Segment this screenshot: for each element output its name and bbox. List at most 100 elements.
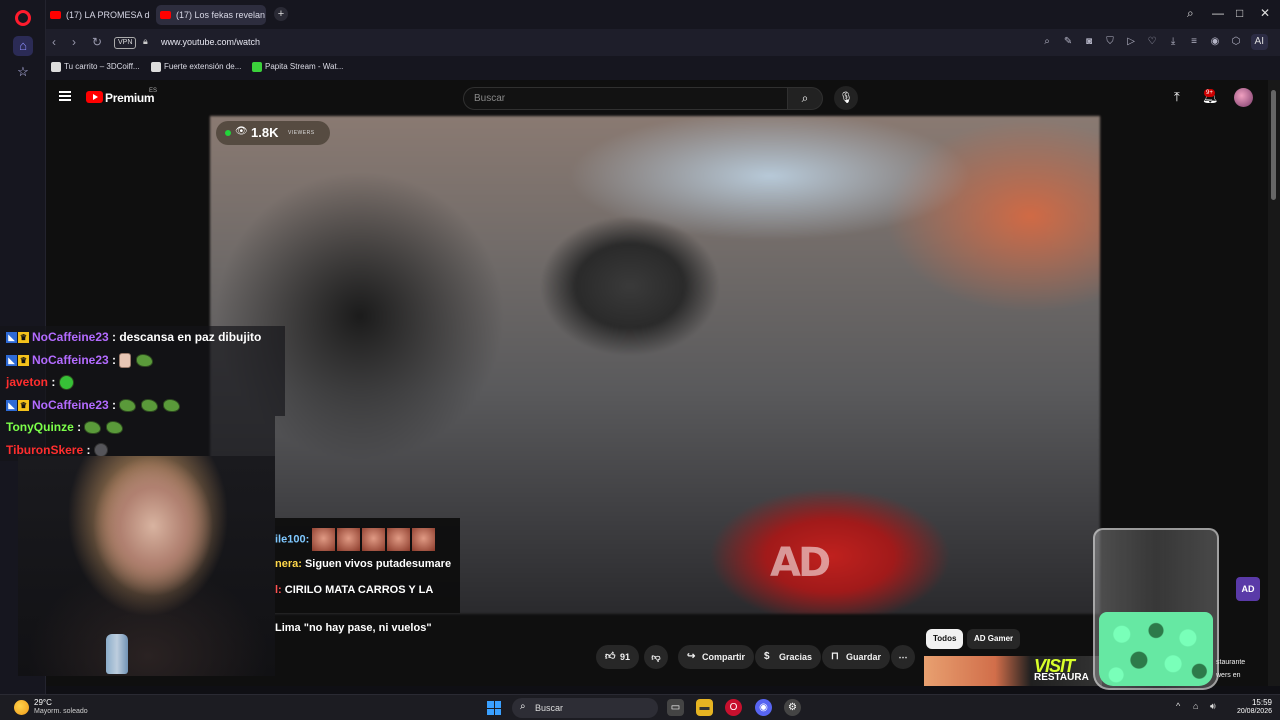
like-button[interactable]: 👍︎ 91 [596,645,640,669]
play-icon[interactable]: ▷ [1125,34,1138,50]
chat-text: : [108,397,120,412]
search-button[interactable]: ⌕ [787,87,823,110]
chat-username: javeton [6,375,49,389]
hamburger-menu-icon[interactable] [59,91,71,101]
page-scrollbar[interactable] [1268,80,1280,686]
share-button[interactable]: ↪ Compartir [678,645,755,669]
download-icon[interactable]: ⤓ [1167,34,1180,50]
save-button[interactable]: ⊓ Guardar [822,645,891,669]
bookmark-item[interactable]: Papita Stream - Wat... [252,62,343,72]
search-input[interactable] [464,88,787,109]
bookmark-label: Tu carrito – 3DCoiff... [64,62,140,71]
clock-date[interactable]: 20/08/2026 [1226,708,1272,715]
windows-taskbar: 29°C Mayorm. soleado ⌕ Buscar ▭ ▬ O ◉ ⚙ … [0,694,1280,720]
tray-chevron-icon[interactable]: ^ [1176,701,1180,711]
chat-text: : [73,420,85,434]
chip-todos[interactable]: Todos [926,629,964,649]
avatar[interactable] [1234,88,1253,107]
new-tab-button[interactable]: + [274,7,288,21]
thanks-button[interactable]: $ Gracias [755,645,822,669]
chat-username: NoCaffeine23 [32,352,109,367]
chat-message: ◣ ♛ NoCaffeine23 : [0,393,285,416]
forward-icon[interactable]: › [72,35,76,49]
face-emote-icon [387,528,411,551]
notification-badge: 9+ [1204,89,1215,97]
prime-badge-icon: ◣ [6,399,17,411]
camera-icon[interactable]: ◙ [1083,34,1096,50]
maximize-button[interactable]: □ [1236,6,1243,20]
youtube-logo-icon[interactable] [86,91,103,103]
recommended-title-line: wers en [1216,672,1241,679]
task-view-icon[interactable]: ▭ [667,699,684,716]
frog-emote-icon [141,398,159,412]
volume-icon[interactable]: 🔊︎ [1210,701,1216,712]
chat2-message: l: CIRILO MATA CARROS Y LA [275,584,433,596]
tab-promesa[interactable]: (17) LA PROMESA de King [46,5,150,25]
url-field[interactable]: www.youtube.com/watch [161,37,260,47]
discord-icon[interactable]: ◉ [755,699,772,716]
star-icon[interactable]: ☆ [13,62,33,82]
chip-ad-gamer[interactable]: AD Gamer [967,629,1021,649]
close-button[interactable]: ✕ [1260,6,1270,20]
bookmark-item[interactable]: Tu carrito – 3DCoiff... [51,62,140,72]
secondary-chat-overlay: ile100: nera: Siguen vivos putadesumare … [275,518,460,613]
scrollbar-thumb[interactable] [1271,90,1276,200]
crown-badge-icon: ♛ [18,354,29,366]
water-bottle [106,634,128,674]
back-icon[interactable]: ‹ [52,35,56,49]
start-button[interactable] [487,701,501,715]
ad-channel-badge[interactable]: AD [1236,577,1260,601]
network-icon[interactable]: ⌂ [1193,701,1198,711]
stream-chat-overlay: ◣ ♛ NoCaffeine23 : descansa en paz dibujit… [0,326,285,461]
opera-taskbar-icon[interactable]: O [725,699,742,716]
home-icon[interactable]: ⌂ [13,36,33,56]
zoom-icon[interactable]: ⌕ [1041,34,1054,50]
vpn-badge[interactable]: VPN [114,37,137,49]
more-icon: ⋯ [898,652,908,662]
app-icon[interactable]: ⚙ [784,699,801,716]
weather-sun-icon[interactable] [14,700,29,715]
ai-button[interactable]: AI [1250,34,1268,50]
desktop-screen: ⌂ ☆ (17) LA PROMESA de King (17) Los fek… [0,0,1280,720]
heart-icon[interactable]: ♡ [1146,34,1159,50]
profile-icon[interactable]: ◉ [1209,34,1222,50]
chat2-message: ile100: [275,528,437,551]
bookmark-label: Fuerte extensión de... [164,62,242,71]
upload-icon[interactable]: ⤒ [1174,89,1180,105]
lock-icon[interactable]: 🔒︎ [143,36,148,47]
viewer-count-pill: 👁︎ 1.8K VIEWERS [216,121,330,145]
chat-message: ◣ ♛ NoCaffeine23 : descansa en paz dibujit… [0,326,285,349]
eye-icon: 👁︎ [235,126,248,137]
more-actions-button[interactable]: ⋯ [891,645,915,669]
bookmark-favicon-icon [252,62,262,72]
reload-icon[interactable]: ↻ [92,35,102,49]
recommended-thumbnail[interactable]: VISIT RESTAURA [924,656,1102,686]
jar-emotes [1099,612,1213,686]
chat-text: : [108,352,120,367]
tab-fekas[interactable]: (17) Los fekas revelan [156,5,266,25]
chat2-message: Lima "no hay pase, ni vuelos" [275,622,432,634]
recommended-title[interactable]: staurante wers en [1216,656,1245,682]
youtube-brand[interactable]: Premium [105,91,155,105]
weather-temp[interactable]: 29°C [34,698,52,707]
search-tabs-icon[interactable]: ⌕ [1187,6,1194,21]
youtube-favicon-icon [50,11,61,19]
minimize-button[interactable]: — [1212,6,1224,20]
edit-icon[interactable]: ✎ [1062,34,1075,50]
opera-logo-icon[interactable] [15,10,31,26]
address-bar: ‹ › ↻ VPN 🔒︎ www.youtube.com/watch ⌕ ✎ ◙… [46,29,1280,56]
chat-text: : [83,442,94,457]
chat-text: : descansa en paz dibujito [108,330,262,344]
frog-emote-icon [136,353,154,367]
file-explorer-icon[interactable]: ▬ [696,699,713,716]
dislike-button[interactable]: 👎︎ [644,645,668,669]
bookmark-item[interactable]: Fuerte extensión de... [151,62,242,72]
extensions-icon[interactable]: ⬡ [1230,34,1243,50]
weather-desc[interactable]: Mayorm. soleado [34,708,88,715]
voice-search-icon[interactable]: 🎙︎ [834,86,858,110]
menu-icon[interactable]: ≡ [1188,34,1201,50]
clock-time[interactable]: 15:59 [1226,698,1272,707]
taskbar-search[interactable]: ⌕ Buscar [512,698,658,718]
shield-icon[interactable]: ⛉ [1104,34,1117,50]
frog-emote-icon [84,421,102,435]
